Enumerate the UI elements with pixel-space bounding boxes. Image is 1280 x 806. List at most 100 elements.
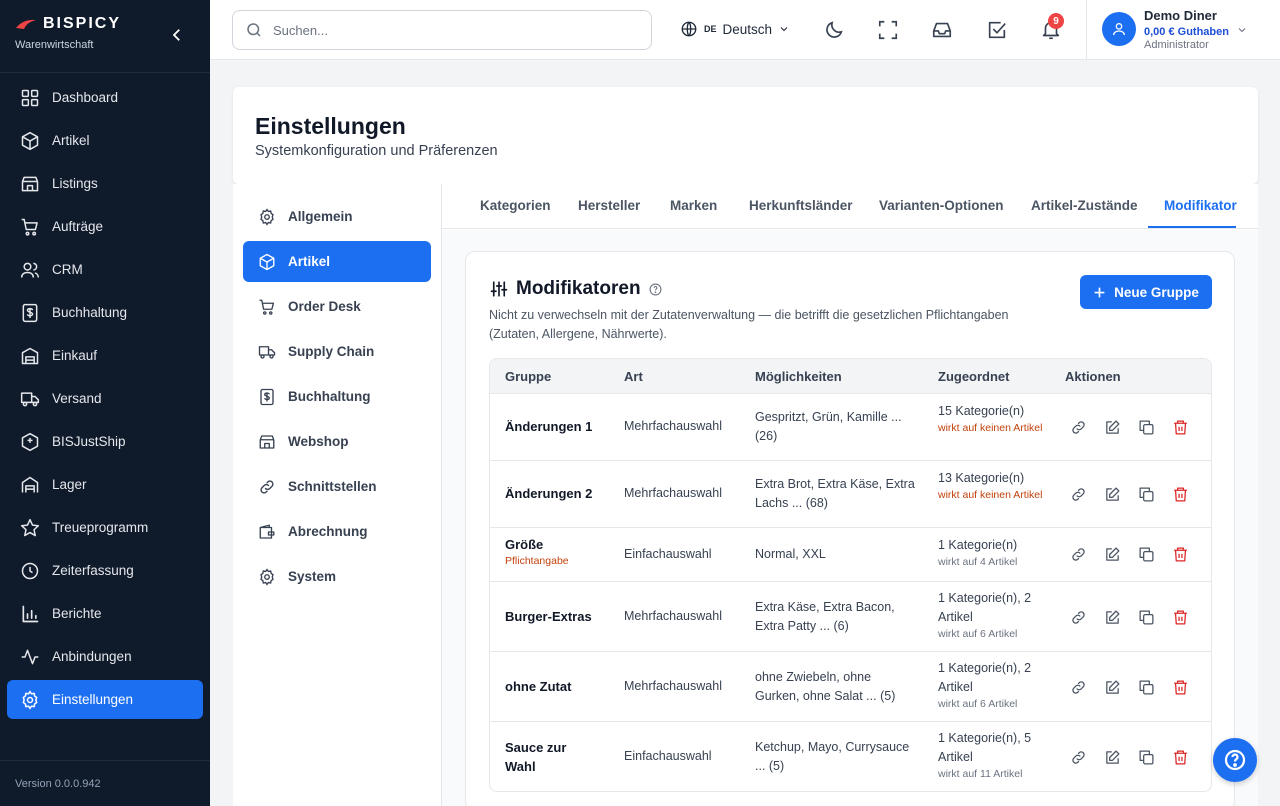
table-row[interactable]: Änderungen 1 Mehrfachauswahl Gespritzt, … xyxy=(490,393,1211,460)
settings-nav-system[interactable]: System xyxy=(243,556,431,597)
tab-hersteller[interactable]: Hersteller xyxy=(578,198,640,213)
settings-nav-buchhaltung[interactable]: Buchhaltung xyxy=(243,376,431,417)
fullscreen-icon[interactable] xyxy=(877,19,899,41)
trash-icon[interactable] xyxy=(1172,749,1189,766)
tab-herkunftslaender[interactable]: Herkunftsländer xyxy=(749,198,853,213)
group-type: Mehrfachauswahl xyxy=(624,486,722,500)
help-button[interactable] xyxy=(1213,738,1257,782)
tasks-checkbox-icon[interactable] xyxy=(986,19,1008,41)
table-row[interactable]: Sauce zur Wahl Einfachauswahl Ketchup, M… xyxy=(490,721,1211,791)
link-icon[interactable] xyxy=(1070,546,1087,563)
table-row[interactable]: ohne Zutat Mehrfachauswahl ohne Zwiebeln… xyxy=(490,651,1211,721)
sidebar-item-listings[interactable]: Listings xyxy=(7,164,203,203)
assigned-note: wirkt auf keinen Artikel xyxy=(938,422,1043,434)
edit-icon[interactable] xyxy=(1104,749,1121,766)
chevron-down-icon[interactable] xyxy=(1236,24,1248,36)
table-row[interactable]: Burger-Extras Mehrfachauswahl Extra Käse… xyxy=(490,581,1211,651)
user-name: Demo Diner xyxy=(1144,8,1217,23)
search-input[interactable] xyxy=(273,22,633,38)
inbox-icon[interactable] xyxy=(931,19,953,41)
row-actions xyxy=(1070,486,1189,503)
group-type: Einfachauswahl xyxy=(624,547,712,561)
sidebar-item-treueprogramm[interactable]: Treueprogramm xyxy=(7,508,203,547)
settings-nav-schnittstellen[interactable]: Schnittstellen xyxy=(243,466,431,507)
search-box[interactable] xyxy=(232,10,652,50)
sidebar-item-dashboard[interactable]: Dashboard xyxy=(7,78,203,117)
table-row[interactable]: Änderungen 2 Mehrfachauswahl Extra Brot,… xyxy=(490,460,1211,527)
tab-marken[interactable]: Marken xyxy=(670,198,717,213)
tab-varianten-optionen[interactable]: Varianten-Optionen xyxy=(879,198,1004,213)
trash-icon[interactable] xyxy=(1172,546,1189,563)
group-name: Änderungen 1 xyxy=(505,419,593,434)
trash-icon[interactable] xyxy=(1172,419,1189,436)
link-icon[interactable] xyxy=(1070,486,1087,503)
sidebar-item-auftraege[interactable]: Aufträge xyxy=(7,207,203,246)
sidebar-item-anbindungen[interactable]: Anbindungen xyxy=(7,637,203,676)
link-icon[interactable] xyxy=(1070,609,1087,626)
moon-icon[interactable] xyxy=(823,19,845,41)
language-code: DE xyxy=(704,24,717,34)
tab-artikel-zustaende[interactable]: Artikel-Zustände xyxy=(1031,198,1138,213)
trash-icon[interactable] xyxy=(1172,609,1189,626)
group-assignment: 1 Kategorie(n) wirkt auf 4 Artikel xyxy=(938,536,1048,570)
copy-icon[interactable] xyxy=(1138,609,1155,626)
sidebar-item-buchhaltung[interactable]: Buchhaltung xyxy=(7,293,203,332)
edit-icon[interactable] xyxy=(1104,679,1121,696)
copy-icon[interactable] xyxy=(1138,419,1155,436)
sidebar-item-versand[interactable]: Versand xyxy=(7,379,203,418)
new-group-button[interactable]: Neue Gruppe xyxy=(1080,275,1212,309)
link-icon xyxy=(258,478,276,496)
sidebar-item-einkauf[interactable]: Einkauf xyxy=(7,336,203,375)
table-row[interactable]: Größe Pflichtangabe Einfachauswahl Norma… xyxy=(490,527,1211,581)
package-icon xyxy=(20,432,40,452)
row-actions xyxy=(1070,419,1189,436)
settings-nav-abrechnung[interactable]: Abrechnung xyxy=(243,511,431,552)
user-menu[interactable]: Demo Diner 0,00 € Guthaben Administrator xyxy=(1102,8,1229,51)
user-info: Demo Diner 0,00 € Guthaben Administrator xyxy=(1144,8,1229,51)
sidebar-item-bisjustship[interactable]: BISJustShip xyxy=(7,422,203,461)
settings-nav-order-desk[interactable]: Order Desk xyxy=(243,286,431,327)
copy-icon[interactable] xyxy=(1138,486,1155,503)
copy-icon[interactable] xyxy=(1138,679,1155,696)
trash-icon[interactable] xyxy=(1172,486,1189,503)
sidebar-item-label: Dashboard xyxy=(52,90,119,105)
tab-kategorien[interactable]: Kategorien xyxy=(480,198,551,213)
invoice-icon xyxy=(20,303,40,323)
cart-icon xyxy=(258,298,276,316)
group-type: Mehrfachauswahl xyxy=(624,419,722,433)
settings-nav-artikel[interactable]: Artikel xyxy=(243,241,431,282)
group-name: Änderungen 2 xyxy=(505,486,593,501)
sidebar-item-artikel[interactable]: Artikel xyxy=(7,121,203,160)
group-assignment: 1 Kategorie(n), 2 Artikel wirkt auf 6 Ar… xyxy=(938,659,1048,712)
group-type: Mehrfachauswahl xyxy=(624,609,722,623)
sidebar-item-zeiterfassung[interactable]: Zeiterfassung xyxy=(7,551,203,590)
settings-nav-webshop[interactable]: Webshop xyxy=(243,421,431,462)
settings-nav-label: System xyxy=(288,569,337,584)
settings-nav-supply-chain[interactable]: Supply Chain xyxy=(243,331,431,372)
edit-icon[interactable] xyxy=(1104,419,1121,436)
link-icon[interactable] xyxy=(1070,419,1087,436)
chevron-left-icon[interactable] xyxy=(168,26,186,44)
copy-icon[interactable] xyxy=(1138,749,1155,766)
box-icon xyxy=(20,131,40,151)
group-type: Einfachauswahl xyxy=(624,749,712,763)
sidebar-item-einstellungen[interactable]: Einstellungen xyxy=(7,680,203,719)
tab-modifikator[interactable]: Modifikator xyxy=(1164,198,1237,213)
settings-nav-allgemein[interactable]: Allgemein xyxy=(243,196,431,237)
copy-icon[interactable] xyxy=(1138,546,1155,563)
link-icon[interactable] xyxy=(1070,679,1087,696)
help-icon[interactable] xyxy=(649,283,662,296)
sidebar-item-berichte[interactable]: Berichte xyxy=(7,594,203,633)
edit-icon[interactable] xyxy=(1104,609,1121,626)
sidebar-item-crm[interactable]: CRM xyxy=(7,250,203,289)
brand[interactable]: BISPICY Warenwirtschaft xyxy=(15,15,121,51)
edit-icon[interactable] xyxy=(1104,546,1121,563)
user-balance: 0,00 € Guthaben xyxy=(1144,26,1229,38)
wallet-icon xyxy=(258,523,276,541)
trash-icon[interactable] xyxy=(1172,679,1189,696)
edit-icon[interactable] xyxy=(1104,486,1121,503)
settings-nav-label: Webshop xyxy=(288,434,349,449)
link-icon[interactable] xyxy=(1070,749,1087,766)
sidebar-item-lager[interactable]: Lager xyxy=(7,465,203,504)
language-selector[interactable]: DE Deutsch xyxy=(680,20,790,38)
